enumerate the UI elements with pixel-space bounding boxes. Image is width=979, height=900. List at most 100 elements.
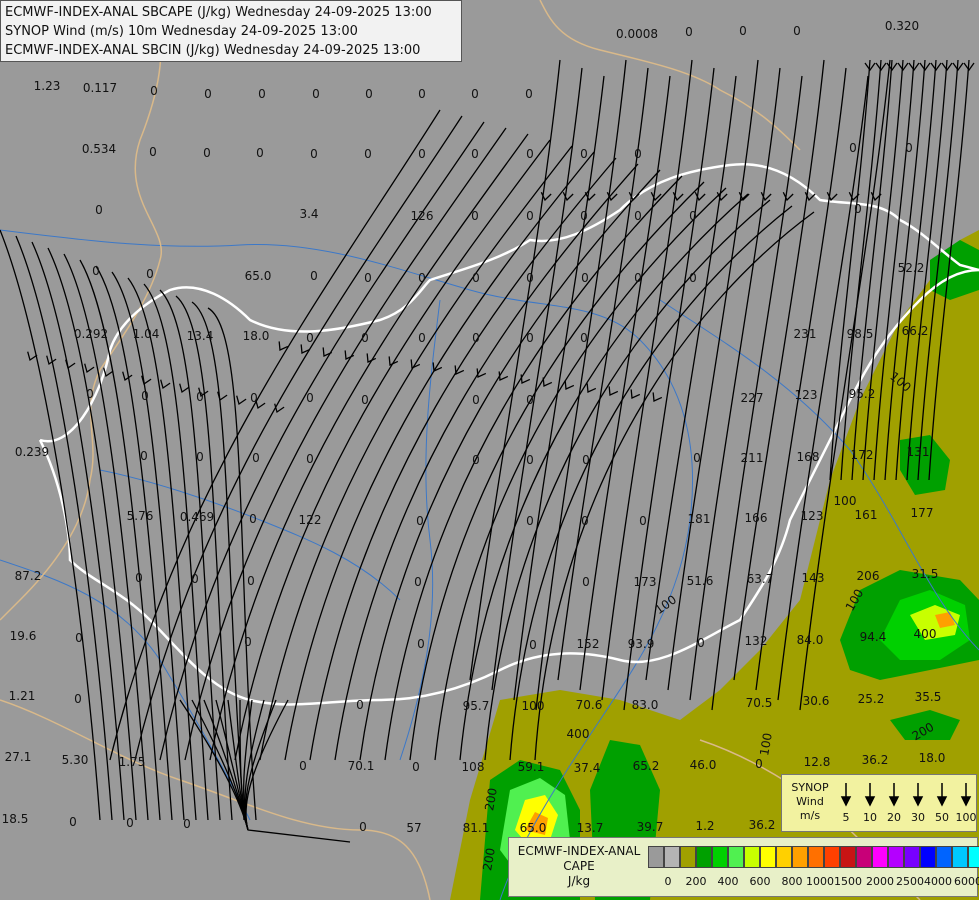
cape-value-label: 0.534 <box>82 142 116 156</box>
title-sbcin: ECMWF-INDEX-ANAL SBCIN (J/kg) Wednesday … <box>5 43 421 58</box>
cin-contour-label: 100 <box>652 592 679 617</box>
wind-streamline <box>491 67 583 691</box>
streamline-arrow-icon <box>322 347 333 357</box>
streamline-arrow-icon <box>608 386 619 396</box>
cape-value-label: 0 <box>697 636 705 650</box>
cape-value-label: 93.9 <box>628 637 655 651</box>
cape-value-label: 30.6 <box>803 694 830 708</box>
cape-value-label: 0 <box>849 141 857 155</box>
cape-value-label: 12.8 <box>804 755 831 769</box>
cape-swatch <box>648 846 664 868</box>
cape-tick-label: 400 <box>717 875 739 888</box>
cape-value-label: 0 <box>204 87 212 101</box>
cape-value-label: 95.2 <box>849 387 876 401</box>
synop-value: 20 <box>887 811 901 824</box>
cape-value-label: 0.117 <box>83 81 117 95</box>
cape-value-label: 5.30 <box>62 753 89 767</box>
cape-value-label: 0 <box>252 451 260 465</box>
cape-value-label: 227 <box>741 391 764 405</box>
cape-value-label: 70.6 <box>576 698 603 712</box>
wind-streamline <box>689 67 781 701</box>
cape-value-label: 0 <box>69 815 77 829</box>
cape-value-label: 0 <box>417 637 425 651</box>
cape-value-label: 0 <box>634 209 642 223</box>
cape-value-label: 18.0 <box>243 329 270 343</box>
cape-swatch <box>920 846 936 868</box>
cape-swatch <box>696 846 712 868</box>
cape-value-label: 0 <box>92 264 100 278</box>
cape-value-label: 0 <box>472 271 480 285</box>
streamline-arrow-icon <box>300 344 311 354</box>
cape-value-label: 0 <box>634 271 642 285</box>
wind-streamline <box>334 163 639 761</box>
cape-value-label: 0 <box>126 816 134 830</box>
cape-value-label: 65.0 <box>245 269 272 283</box>
cape-value-label: 57 <box>406 821 421 835</box>
cape-swatch <box>744 846 760 868</box>
cape-value-label: 39.7 <box>637 820 664 834</box>
cape-value-label: 0 <box>526 331 534 345</box>
cape-value-label: 0 <box>526 271 534 285</box>
cape-value-label: 231 <box>794 327 817 341</box>
map-title-box: ECMWF-INDEX-ANAL SBCAPE (J/kg) Wednesday… <box>0 0 462 62</box>
cape-value-label: 0 <box>526 514 534 528</box>
cin-contour-label: 400 <box>914 627 937 641</box>
cape-value-label: 36.2 <box>862 753 889 767</box>
wind-streamline <box>667 59 759 691</box>
wind-arrow-icon <box>912 796 924 807</box>
cape-value-label: 0 <box>580 209 588 223</box>
streamline-arrow-icon <box>630 389 641 399</box>
wind-streamline <box>95 265 173 821</box>
cape-value-label: 0 <box>306 391 314 405</box>
cape-legend-title-3: J/kg <box>567 874 591 888</box>
cape-legend-title: ECMWF-INDEX-ANAL CAPE J/kg <box>515 844 643 889</box>
cape-value-label: 63.7 <box>747 572 774 586</box>
streamline-arrow-icon <box>826 191 838 202</box>
cape-value-label: 1.21 <box>9 689 36 703</box>
cape-value-label: 37.4 <box>574 761 601 775</box>
cape-value-label: 0 <box>75 631 83 645</box>
wind-streamline <box>15 235 113 821</box>
synop-value: 100 <box>955 811 977 824</box>
wind-streamline <box>244 699 265 831</box>
cape-value-label: 0 <box>526 453 534 467</box>
cape-value-label: 95.7 <box>463 699 490 713</box>
cape-value-label: 87.2 <box>15 569 42 583</box>
cape-value-label: 122 <box>299 513 322 527</box>
cape-value-label: 0 <box>95 203 103 217</box>
cape-value-label: 70.5 <box>746 696 773 710</box>
cape-swatch <box>792 846 808 868</box>
cape-swatch <box>808 846 824 868</box>
cape-value-label: 81.1 <box>463 821 490 835</box>
cape-swatch <box>680 846 696 868</box>
cape-value-label: 173 <box>634 575 657 589</box>
cape-value-label: 0 <box>634 147 642 161</box>
cape-value-label: 152 <box>577 637 600 651</box>
cape-value-label: 0 <box>256 146 264 160</box>
cape-value-label: 0 <box>693 451 701 465</box>
wind-arrow-icon <box>960 796 972 807</box>
country-border <box>39 162 979 443</box>
synop-legend-title-2: Wind <box>796 795 824 808</box>
map-canvas: 200400100100100200100200100400 1.23 0.117… <box>0 0 979 900</box>
cape-tick-label: 1000 <box>806 875 834 888</box>
cape-swatch <box>728 846 744 868</box>
cape-tick-label: 6000 <box>954 875 979 888</box>
wind-streamline <box>0 229 101 821</box>
cape-tick-label: 2000 <box>866 875 894 888</box>
cape-value-label: 0.469 <box>180 510 214 524</box>
cape-value-label: 211 <box>741 451 764 465</box>
cape-value-label: 132 <box>745 634 768 648</box>
cape-swatch <box>968 846 979 868</box>
cape-value-label: 0 <box>247 574 255 588</box>
streamline-arrow-icon <box>65 359 76 370</box>
cape-value-label: 1.75 <box>119 755 146 769</box>
streamline-arrow-icon <box>584 191 596 202</box>
synop-value: 30 <box>911 811 925 824</box>
cape-value-label: 0 <box>526 209 534 223</box>
cape-value-label: 0 <box>582 453 590 467</box>
cape-value-label: 0 <box>581 514 589 528</box>
cape-tick-label: 4000 <box>924 875 952 888</box>
cape-value-label: 0 <box>739 24 747 38</box>
cape-value-label: 0 <box>418 87 426 101</box>
